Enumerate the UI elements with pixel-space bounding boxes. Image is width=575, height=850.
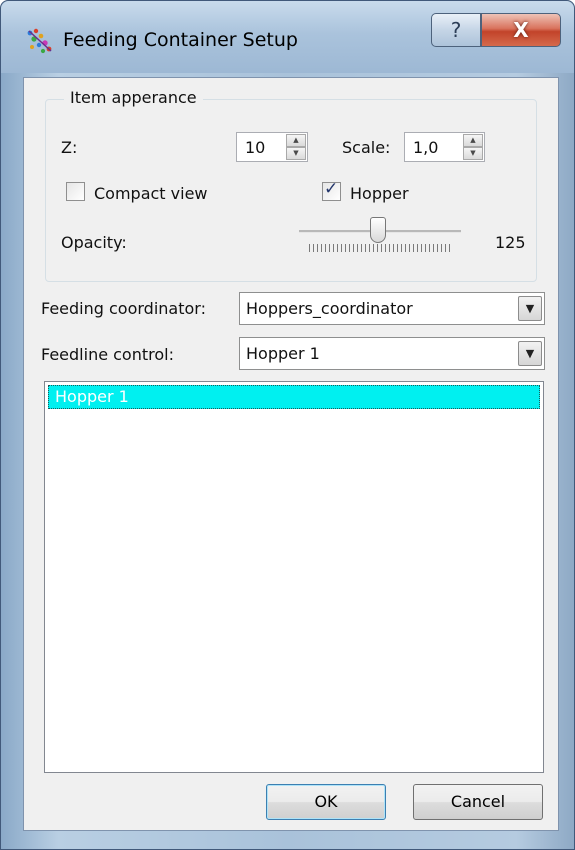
scale-spin-arrows: ▲ ▼: [463, 134, 483, 160]
dialog-window: Feeding Container Setup ? X Item apperan…: [0, 0, 575, 850]
z-spin-arrows: ▲ ▼: [286, 134, 306, 160]
z-spinbox[interactable]: 10 ▲ ▼: [236, 132, 308, 162]
item-appearance-title: Item apperance: [64, 88, 203, 107]
feedline-control-value: Hopper 1: [246, 344, 320, 363]
feedline-control-combobox[interactable]: Hopper 1 ▼: [239, 337, 545, 370]
spin-up-arrow-icon[interactable]: ▲: [286, 134, 306, 147]
scale-value: 1,0: [413, 138, 439, 157]
dropdown-arrow-icon[interactable]: ▼: [518, 341, 542, 366]
close-button[interactable]: X: [481, 13, 561, 47]
feeding-coordinator-value: Hoppers_coordinator: [246, 299, 413, 318]
ok-button[interactable]: OK: [266, 784, 386, 820]
feedline-control-label: Feedline control:: [41, 345, 174, 364]
dropdown-arrow-icon[interactable]: ▼: [518, 296, 542, 321]
scale-spinbox[interactable]: 1,0 ▲ ▼: [404, 132, 485, 162]
app-icon: [27, 28, 52, 54]
spin-down-arrow-icon[interactable]: ▼: [286, 147, 306, 160]
opacity-label: Opacity:: [61, 233, 127, 252]
spin-down-arrow-icon[interactable]: ▼: [463, 147, 483, 160]
hopper-label[interactable]: Hopper: [350, 184, 409, 203]
hopper-checkbox[interactable]: ✓: [322, 179, 341, 201]
scale-label: Scale:: [342, 138, 391, 157]
compact-view-checkbox[interactable]: [66, 182, 85, 201]
opacity-value: 125: [495, 233, 526, 252]
feeding-coordinator-label: Feeding coordinator:: [41, 299, 206, 318]
list-item[interactable]: Hopper 1: [48, 385, 540, 409]
opacity-slider-thumb[interactable]: [370, 217, 386, 243]
z-value: 10: [245, 138, 266, 157]
opacity-slider-ticks: [309, 244, 453, 252]
checkmark-icon: ✓: [324, 179, 339, 199]
z-label: Z:: [61, 138, 78, 157]
window-title: Feeding Container Setup: [63, 29, 298, 51]
title-bar[interactable]: Feeding Container Setup ? X: [1, 1, 574, 73]
spin-up-arrow-icon[interactable]: ▲: [463, 134, 483, 147]
feeding-coordinator-combobox[interactable]: Hoppers_coordinator ▼: [239, 292, 545, 325]
hopper-listbox[interactable]: Hopper 1: [44, 381, 544, 773]
help-button[interactable]: ?: [431, 13, 481, 47]
compact-view-label[interactable]: Compact view: [94, 184, 208, 203]
cancel-button[interactable]: Cancel: [413, 784, 543, 820]
